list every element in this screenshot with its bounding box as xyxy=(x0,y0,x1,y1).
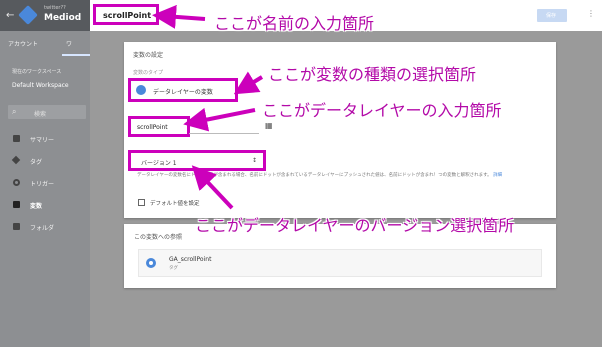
variable-picker-icon[interactable]: ▦ xyxy=(265,121,273,130)
tab-account[interactable]: アカウント xyxy=(8,39,38,48)
sidebar-item-label: トリガー xyxy=(30,181,55,188)
folder-icon xyxy=(13,135,20,142)
default-value-checkbox[interactable] xyxy=(138,199,145,206)
chevron-updown-icon: ↕ xyxy=(251,157,257,164)
tab-workspace[interactable]: ワ xyxy=(66,39,72,48)
sidebar-item-label: フォルダ xyxy=(30,225,55,232)
save-label: 保存 xyxy=(546,13,557,19)
sidebar-item-tags[interactable]: タグ xyxy=(0,155,90,169)
annotation-name: ここが名前の入力箇所 xyxy=(214,14,375,33)
annotation-dlv: ここがデータレイヤーの入力箇所 xyxy=(262,101,502,120)
reference-name: GA_scrollPoint xyxy=(169,256,212,263)
container-name[interactable]: Mediod xyxy=(44,13,90,23)
datalayer-version-select[interactable]: バージョン 1 ↕ xyxy=(128,150,266,171)
workspace-label: 現在のワークスペース xyxy=(12,69,62,75)
datalayer-variable-name-input[interactable]: scrollPoint xyxy=(128,116,190,137)
app-topbar: ← twitter?? Mediod xyxy=(0,0,90,31)
variable-name-input[interactable]: scrollPoint xyxy=(93,4,159,25)
arrow-left-icon[interactable]: ← xyxy=(6,10,14,21)
sidebar-item-folders[interactable]: フォルダ xyxy=(0,221,90,235)
variable-type-value: データレイヤーの変数 xyxy=(153,89,213,96)
sidebar-item-label: 変数 xyxy=(30,203,43,210)
save-button[interactable]: 保存 xyxy=(537,9,567,22)
sidebar-item-label: サマリー xyxy=(30,137,55,144)
default-value-label: デフォルト値を設定 xyxy=(150,201,200,207)
more-vert-icon[interactable]: ⋮ xyxy=(587,9,595,18)
card-title: 変数の設定 xyxy=(133,52,164,59)
datalayer-variable-value: scrollPoint xyxy=(137,124,168,131)
annotation-type: ここが変数の種類の選択箇所 xyxy=(268,65,477,84)
version-description-text: データレイヤーの変数名にドット記号が含まれる場合、名前にドットが含まれているデー… xyxy=(137,173,492,178)
sidebar-tabs: アカウント ワ xyxy=(0,36,90,56)
sidebar-item-summary[interactable]: サマリー xyxy=(0,133,90,147)
datalayer-version-value: バージョン 1 xyxy=(141,160,177,167)
version-description: データレイヤーの変数名にドット記号が含まれる場合、名前にドットが含まれているデー… xyxy=(137,172,551,180)
tab-active-indicator xyxy=(62,54,90,56)
references-title: この変数への参照 xyxy=(134,234,183,241)
sidebar: アカウント ワ 現在のワークスペース Default Workspace ⌕ 検… xyxy=(0,31,90,347)
datalayer-input-underline xyxy=(189,119,259,134)
variable-type-selector[interactable]: データレイヤーの変数 xyxy=(128,78,238,102)
variable-type-label: 変数のタイプ xyxy=(133,70,164,76)
variable-type-icon xyxy=(136,85,146,95)
gtm-logo-icon xyxy=(18,5,38,25)
folder-icon xyxy=(13,223,20,230)
search-icon: ⌕ xyxy=(12,107,17,116)
reference-type: タグ xyxy=(169,266,178,271)
sidebar-search[interactable]: ⌕ 検索 xyxy=(8,105,86,119)
sidebar-item-label: タグ xyxy=(30,159,43,166)
search-placeholder: 検索 xyxy=(34,111,47,118)
variable-icon xyxy=(13,201,20,208)
variable-name-value: scrollPoint xyxy=(103,11,152,20)
workspace-name[interactable]: Default Workspace xyxy=(12,82,69,89)
learn-more-link[interactable]: 詳細 xyxy=(493,173,502,178)
sidebar-item-variables[interactable]: 変数 xyxy=(0,199,90,213)
account-name: twitter?? xyxy=(44,5,66,11)
tag-icon xyxy=(11,155,21,165)
reference-item[interactable]: GA_scrollPoint タグ xyxy=(138,249,542,277)
trigger-icon xyxy=(13,179,20,186)
tag-ring-icon xyxy=(146,258,156,268)
sidebar-item-triggers[interactable]: トリガー xyxy=(0,177,90,191)
annotation-version: ここがデータレイヤーのバージョン選択箇所 xyxy=(195,216,515,235)
